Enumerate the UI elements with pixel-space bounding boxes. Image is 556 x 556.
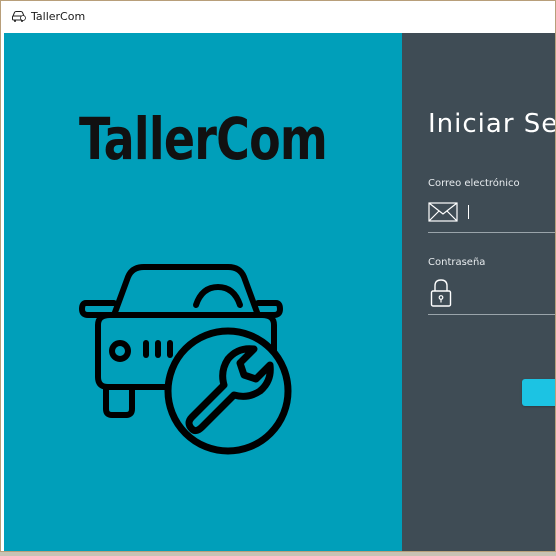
- car-wrench-icon: [12, 11, 26, 22]
- login-button[interactable]: [522, 379, 555, 406]
- desktop-background: [0, 552, 556, 556]
- email-label: Correo electrónico: [428, 178, 520, 189]
- login-title: Iniciar Se: [428, 109, 556, 139]
- email-underline: [428, 232, 555, 233]
- brand-logo: TallerCom: [79, 105, 328, 171]
- password-label: Contraseña: [428, 257, 486, 268]
- brand-logo-text: TallerCom: [79, 105, 327, 171]
- email-input[interactable]: [464, 201, 555, 223]
- text-caret: [468, 205, 469, 219]
- branding-panel: TallerCom: [4, 33, 402, 551]
- car-wrench-icon: [79, 264, 292, 455]
- password-input[interactable]: [464, 285, 555, 307]
- window-title: TallerCom: [31, 10, 86, 23]
- login-panel: Iniciar Se Correo electrónico Contraseña: [402, 33, 556, 551]
- password-underline: [428, 314, 555, 315]
- lock-icon: [430, 279, 452, 307]
- envelope-icon: [428, 202, 458, 222]
- app-window: TallerCom TallerCom Iniciar Se Correo el…: [0, 0, 556, 552]
- title-bar[interactable]: TallerCom: [1, 1, 555, 33]
